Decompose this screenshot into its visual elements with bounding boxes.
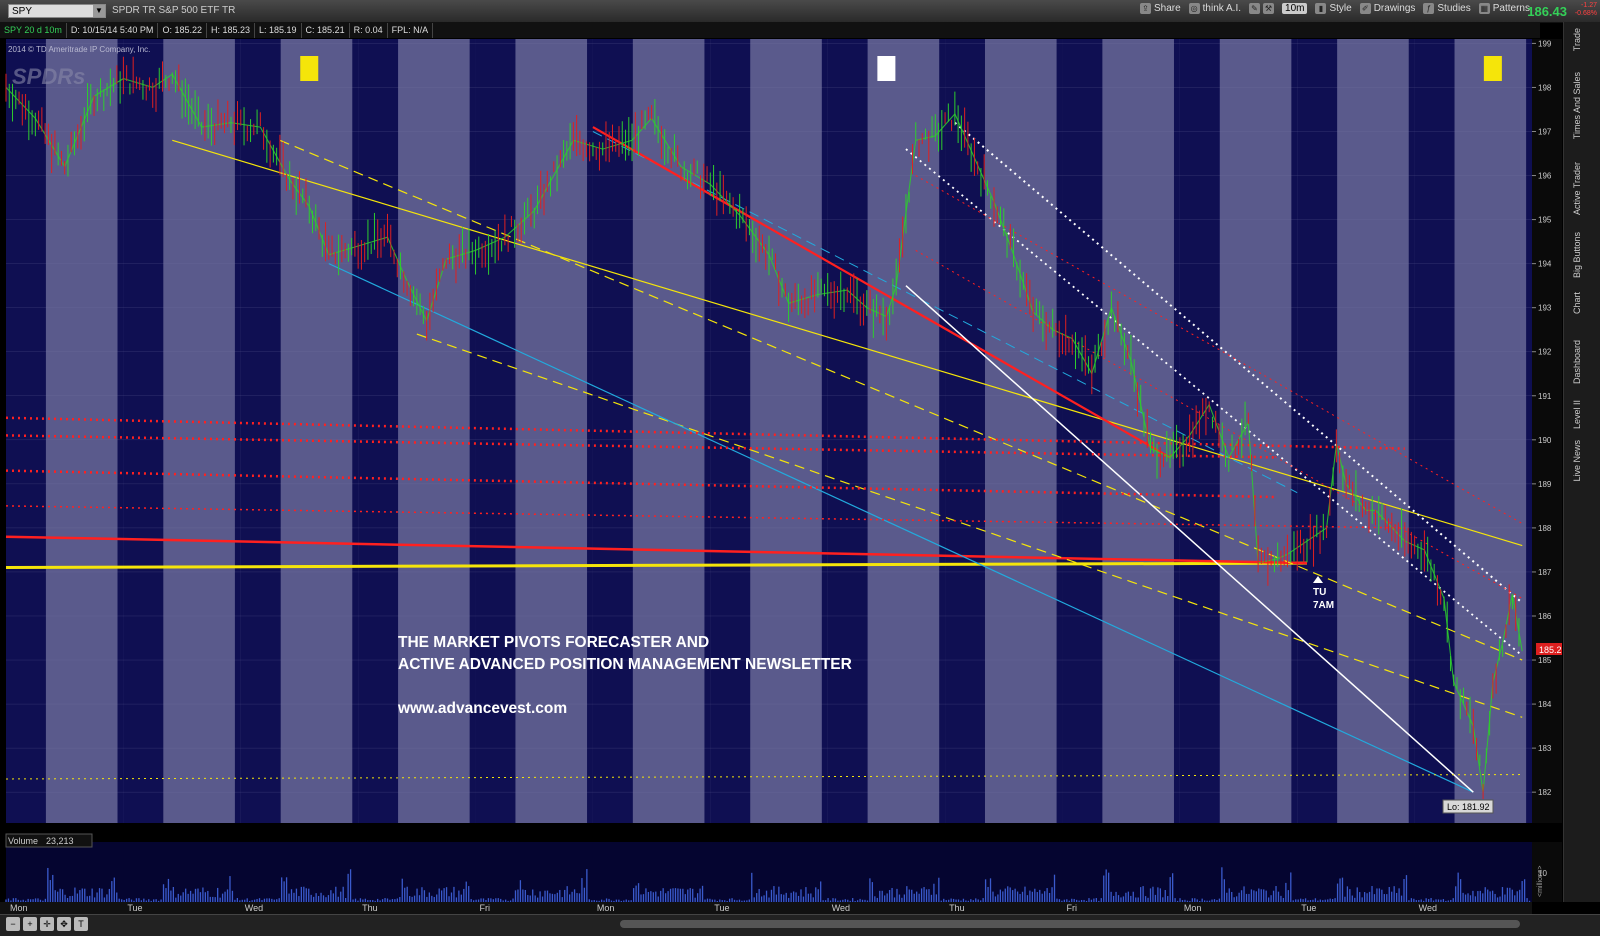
x-tick-label: Tue [127,903,142,913]
newsletter-line-1: THE MARKET PIVOTS FORECASTER AND [398,634,709,651]
x-tick-label: Mon [1184,903,1202,913]
y-tick-label: 185 [1538,656,1552,665]
spdr-watermark: SPDRs [12,64,85,89]
y-tick-label: 193 [1538,304,1552,313]
y-tick-label: 197 [1538,127,1552,136]
afterhours-band [1291,39,1298,823]
bottom-buttons: − + ✛ ✥ T [6,917,88,931]
afterhours-band [704,39,711,823]
volume-panel-bg [6,842,1532,902]
newsletter-line-2: ACTIVE ADVANCED POSITION MANAGEMENT NEWS… [398,656,852,673]
afterhours-band [1526,39,1532,823]
bottom-bar: − + ✛ ✥ T [0,914,1600,936]
premarket-band [1414,39,1455,823]
x-tick-label: Tue [1301,903,1316,913]
y-tick-label: 190 [1538,436,1552,445]
side-tab-live-news[interactable]: Live News [1572,440,1582,482]
session-bands [6,39,1532,823]
y-tick-label: 184 [1538,700,1552,709]
side-panel-tabs: Trade Times And Sales Active Trader Big … [1563,22,1600,902]
premarket-band [710,39,751,823]
side-tab-dashboard[interactable]: Dashboard [1572,340,1582,384]
side-tab-level-ii[interactable]: Level II [1572,400,1582,429]
y-tick-label: 198 [1538,83,1552,92]
y-tick-label: 188 [1538,524,1552,533]
x-tick-label: Wed [245,903,263,913]
premarket-band [827,39,868,823]
x-tick-label: Wed [1419,903,1437,913]
marker-label-tu: TU [1313,587,1326,598]
newsletter-url[interactable]: www.advancevest.com [397,700,567,717]
volume-label: Volume [8,836,38,846]
price-change: -1.27 -0.68% [1575,2,1597,18]
x-tick-label: Fri [480,903,491,913]
afterhours-band [1408,39,1415,823]
session-marker [877,56,896,81]
premarket-band [240,39,281,823]
x-tick-label: Thu [362,903,378,913]
current-price-label: 185.21 [1539,645,1562,655]
x-tick-label: Wed [832,903,850,913]
y-tick-label: 186 [1538,612,1552,621]
premarket-band [1297,39,1338,823]
chart-scrollbar[interactable] [620,920,1520,928]
volume-panel: Volume 23,21310<millions> [5,833,1562,902]
x-tick-label: Thu [949,903,965,913]
copyright-text: 2014 © TD Ameritrade IP Company, Inc. [8,45,150,54]
side-tab-big-buttons[interactable]: Big Buttons [1572,232,1582,278]
afterhours-band [939,39,946,823]
zoom-out-icon[interactable]: − [6,917,20,931]
x-tick-label: Mon [10,903,28,913]
x-tick-label: Mon [597,903,615,913]
side-tab-chart[interactable]: Chart [1572,292,1582,314]
y-tick-label: 194 [1538,260,1552,269]
afterhours-band [234,39,241,823]
zoom-in-icon[interactable]: + [23,917,37,931]
y-tick-label: 195 [1538,216,1552,225]
session-marker [1483,56,1502,81]
premarket-band [6,39,46,823]
volume-unit: <millions> [1537,865,1544,897]
session-marker [300,56,319,81]
y-axis: 182 183 184 185 186 187 188 189 190 191 192 193 194 1… [1532,39,1562,823]
y-tick-label: 187 [1538,568,1552,577]
y-tick-label: 189 [1538,480,1552,489]
change-percent: -0.68% [1574,10,1597,17]
x-tick-label: Fri [1066,903,1077,913]
change-points: -1.27 [1581,2,1597,9]
x-axis: Mon Tue Wed Thu Fri Mon Tue Wed Thu Fri Mon Tue Wed [0,902,1532,914]
premarket-band [945,39,985,823]
y-tick-label: 182 [1538,788,1552,797]
afterhours-band [352,39,359,823]
crosshair-icon[interactable]: ✛ [40,917,54,931]
text-tool-icon[interactable]: T [74,917,88,931]
low-label: Lo: 181.92 [1447,802,1490,812]
side-tab-trade[interactable]: Trade [1572,28,1582,51]
pan-icon[interactable]: ✥ [57,917,71,931]
side-tab-times-and-sales[interactable]: Times And Sales [1572,72,1582,139]
afterhours-band [117,39,124,823]
price-chart[interactable]: 2014 © TD Ameritrade IP Company, Inc. SP… [0,0,1562,914]
volume-value: 23,213 [46,836,74,846]
afterhours-band [821,39,828,823]
y-tick-label: 183 [1538,744,1552,753]
premarket-band [358,39,399,823]
marker-label-7am: 7AM [1313,600,1334,611]
y-tick-label: 191 [1538,392,1552,401]
x-tick-label: Tue [714,903,729,913]
y-tick-label: 196 [1538,172,1552,181]
y-tick-label: 199 [1538,39,1552,48]
y-tick-label: 192 [1538,348,1552,357]
side-tab-active-trader[interactable]: Active Trader [1572,162,1582,215]
afterhours-band [1056,39,1063,823]
premarket-band [123,39,164,823]
